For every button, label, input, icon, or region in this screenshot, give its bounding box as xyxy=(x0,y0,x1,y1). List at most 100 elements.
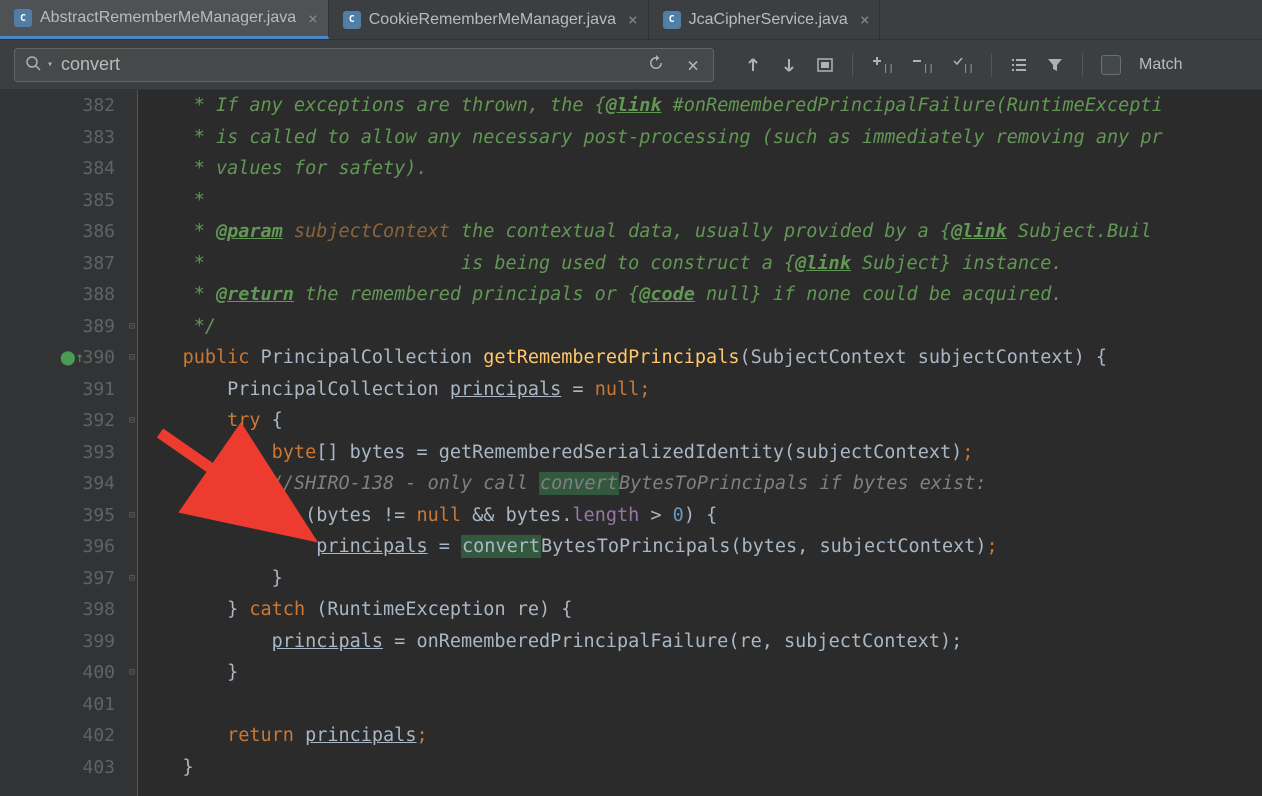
gutter-line[interactable]: 400⊟ xyxy=(0,657,137,689)
code-text xyxy=(138,536,316,557)
fold-icon[interactable]: ⊟ xyxy=(129,415,135,426)
code-text: bytes xyxy=(350,442,406,463)
java-class-icon: C xyxy=(663,11,681,29)
code-text: SubjectContext xyxy=(751,347,918,368)
code-text: subjectContext xyxy=(918,347,1074,368)
gutter-line[interactable]: 403 xyxy=(0,752,137,784)
line-number: 395 xyxy=(82,505,115,526)
search-input[interactable] xyxy=(61,54,647,75)
code-line[interactable]: principals = convertBytesToPrincipals(by… xyxy=(138,531,1262,563)
code-text: #onRememberedPrincipalFailure(RuntimeExc… xyxy=(662,95,1163,116)
gutter-line[interactable]: 397 ⊟ xyxy=(0,563,137,595)
gutter-line[interactable]: 384 xyxy=(0,153,137,185)
gutter-line[interactable]: 385 xyxy=(0,185,137,217)
gutter-line[interactable]: 399 xyxy=(0,626,137,658)
code-line[interactable]: } catch (RuntimeException re) { xyxy=(138,594,1262,626)
select-all-icon[interactable] xyxy=(816,56,834,74)
gutter-line[interactable]: 393 xyxy=(0,437,137,469)
code-line[interactable]: */ xyxy=(138,311,1262,343)
fold-icon[interactable]: ⊟ xyxy=(129,352,135,363)
code-line[interactable]: if (bytes != null && bytes.length > 0) { xyxy=(138,500,1262,532)
gutter-line[interactable]: 398 xyxy=(0,594,137,626)
search-toolbar: || || || Match xyxy=(744,53,1183,77)
code-line[interactable]: * @param subjectContext the contextual d… xyxy=(138,216,1262,248)
svg-text:||: || xyxy=(963,64,973,74)
gutter-line[interactable]: 402 xyxy=(0,720,137,752)
code-text: null xyxy=(416,505,461,526)
code-line[interactable]: PrincipalCollection principals = null; xyxy=(138,374,1262,406)
code-line[interactable]: * If any exceptions are thrown, the {@li… xyxy=(138,90,1262,122)
select-all-occurrences-icon[interactable]: || xyxy=(951,55,973,75)
fold-icon[interactable]: ⊟ xyxy=(129,573,135,584)
clear-search-icon[interactable]: × xyxy=(687,53,699,77)
close-icon[interactable]: × xyxy=(308,9,318,28)
gutter-line[interactable]: 387 xyxy=(0,248,137,280)
tab-jca-cipher-service[interactable]: C JcaCipherService.java × xyxy=(649,0,881,39)
close-icon[interactable]: × xyxy=(860,10,870,29)
code-line[interactable]: * is being used to construct a {@link Su… xyxy=(138,248,1262,280)
gutter-line[interactable]: 392⊟ xyxy=(0,405,137,437)
next-occurrence-icon[interactable] xyxy=(780,56,798,74)
tab-cookie-remember-me[interactable]: C CookieRememberMeManager.java × xyxy=(329,0,649,39)
code-text: BytesToPrincipals if bytes exist: xyxy=(619,473,987,494)
code-line[interactable]: * values for safety). xyxy=(138,153,1262,185)
code-line[interactable]: try { xyxy=(138,405,1262,437)
code-line[interactable] xyxy=(138,689,1262,721)
search-input-container[interactable]: ▾ × xyxy=(14,48,714,82)
code-text: > xyxy=(639,505,672,526)
remove-selection-icon[interactable]: || xyxy=(911,55,933,75)
gutter-line[interactable]: 396 xyxy=(0,531,137,563)
code-line[interactable]: } xyxy=(138,563,1262,595)
filter-icon[interactable] xyxy=(1046,56,1064,74)
fold-icon[interactable]: ⊟ xyxy=(129,510,135,521)
line-number: 402 xyxy=(82,725,115,746)
toolbar-divider xyxy=(991,53,992,77)
code-text: * xyxy=(138,190,205,211)
code-line[interactable]: public PrincipalCollection getRemembered… xyxy=(138,342,1262,374)
fold-icon[interactable]: ⊟ xyxy=(129,321,135,332)
gutter-line[interactable]: 386 xyxy=(0,216,137,248)
code-text xyxy=(138,631,272,652)
code-text: subjectContext xyxy=(283,221,450,242)
code-line[interactable]: principals = onRememberedPrincipalFailur… xyxy=(138,626,1262,658)
close-icon[interactable]: × xyxy=(628,10,638,29)
code-line[interactable]: * @return the remembered principals or {… xyxy=(138,279,1262,311)
line-number: 386 xyxy=(82,221,115,242)
tab-label: JcaCipherService.java xyxy=(689,11,848,29)
match-case-checkbox[interactable] xyxy=(1101,55,1121,75)
code-line[interactable]: } xyxy=(138,657,1262,689)
code-line[interactable]: //SHIRO-138 - only call convertBytesToPr… xyxy=(138,468,1262,500)
gutter-line[interactable]: 382 xyxy=(0,90,137,122)
add-selection-icon[interactable]: || xyxy=(871,55,893,75)
fold-icon[interactable]: ⊟ xyxy=(129,667,135,678)
code-text xyxy=(138,473,272,494)
toggle-list-icon[interactable] xyxy=(1010,56,1028,74)
gutter-line[interactable]: 391 xyxy=(0,374,137,406)
code-line[interactable]: byte[] bytes = getRememberedSerializedId… xyxy=(138,437,1262,469)
code-line[interactable]: } xyxy=(138,752,1262,784)
gutter-line[interactable]: 389⊟ xyxy=(0,311,137,343)
gutter-line[interactable]: 383 xyxy=(0,122,137,154)
code-text: the remembered principals or { xyxy=(294,284,639,305)
code-line[interactable]: * is called to allow any necessary post-… xyxy=(138,122,1262,154)
line-number: 397 xyxy=(82,568,115,589)
code-text: BytesToPrincipals(bytes, subjectContext) xyxy=(541,536,987,557)
java-class-icon: C xyxy=(343,11,361,29)
line-number: 394 xyxy=(82,473,115,494)
code-line[interactable]: * xyxy=(138,185,1262,217)
gutter-line[interactable]: 395 ⊟ xyxy=(0,500,137,532)
code-area[interactable]: * If any exceptions are thrown, the {@li… xyxy=(138,90,1262,796)
code-line[interactable]: return principals; xyxy=(138,720,1262,752)
chevron-down-icon[interactable]: ▾ xyxy=(47,59,53,70)
override-indicator-icon[interactable]: ⬤↑ xyxy=(60,350,84,366)
code-text: * xyxy=(138,221,216,242)
prev-occurrence-icon[interactable] xyxy=(744,56,762,74)
tab-abstract-remember-me[interactable]: C AbstractRememberMeManager.java × xyxy=(0,0,329,39)
editor-tabs-bar: C AbstractRememberMeManager.java × C Coo… xyxy=(0,0,1262,40)
find-in-file-bar: ▾ × || || || xyxy=(0,40,1262,90)
gutter-line[interactable]: 401 xyxy=(0,689,137,721)
search-history-icon[interactable] xyxy=(647,54,665,76)
gutter-line[interactable]: 394 xyxy=(0,468,137,500)
gutter-line[interactable]: ⬤↑390⊟ xyxy=(0,342,137,374)
gutter-line[interactable]: 388 xyxy=(0,279,137,311)
